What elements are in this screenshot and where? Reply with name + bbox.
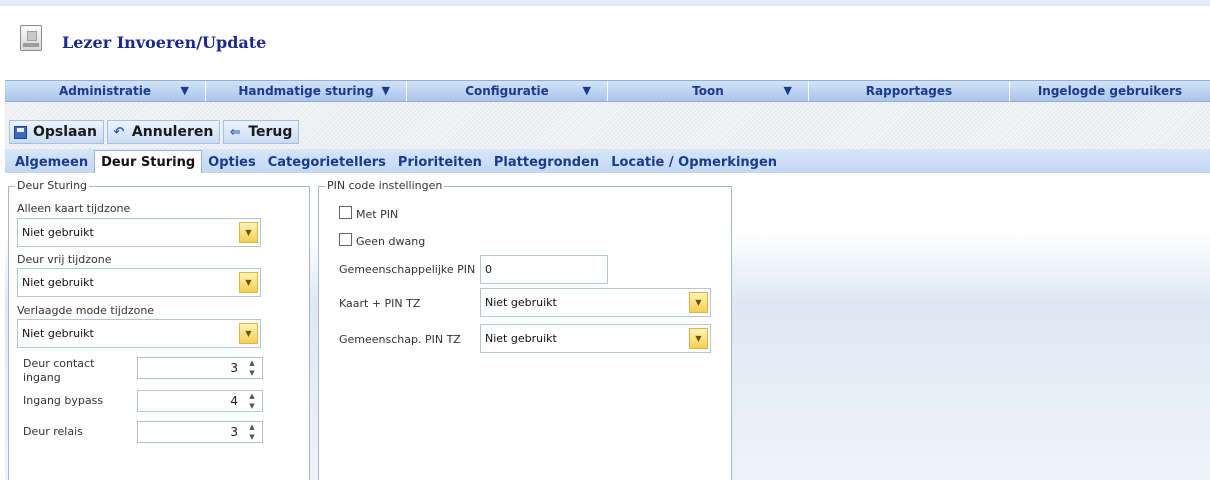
card-only-tz-label: Alleen kaart tijdzone bbox=[17, 202, 131, 215]
spinner-arrows-icon[interactable]: ▲ ▼ bbox=[246, 392, 258, 410]
menu-label: Administratie bbox=[58, 84, 152, 98]
tab-plattegronden[interactable]: Plattegronden bbox=[488, 151, 605, 173]
reduced-mode-tz-select[interactable]: Niet gebruikt ▼ bbox=[17, 319, 261, 348]
common-pin-input[interactable]: 0 bbox=[480, 255, 608, 284]
menu-administratie[interactable]: Administratie ▼ bbox=[5, 81, 206, 101]
spinner-arrows-icon[interactable]: ▲ ▼ bbox=[246, 423, 258, 441]
bypass-input-value: 4 bbox=[230, 394, 238, 408]
main-menu: Administratie ▼ Handmatige sturing ▼ Con… bbox=[5, 80, 1210, 102]
no-duress-label: Geen dwang bbox=[356, 235, 426, 248]
door-free-tz-label: Deur vrij tijdzone bbox=[17, 253, 112, 266]
with-pin-checkbox[interactable] bbox=[339, 206, 352, 219]
card-only-tz-select[interactable]: Niet gebruikt ▼ bbox=[17, 218, 261, 247]
pin-settings-group: PIN code instellingen Met PIN Geen dwang… bbox=[318, 179, 732, 480]
undo-icon: ↶ bbox=[113, 124, 125, 140]
save-label: Opslaan bbox=[33, 124, 97, 140]
menu-label: Configuratie bbox=[465, 84, 549, 98]
door-contact-value: 3 bbox=[230, 361, 238, 375]
card-pin-tz-label: Kaart + PIN TZ bbox=[339, 297, 421, 310]
tab-bar: Algemeen Deur Sturing Opties Categoriete… bbox=[5, 149, 1210, 174]
no-duress-checkbox[interactable] bbox=[339, 233, 352, 246]
menu-configuratie[interactable]: Configuratie ▼ bbox=[407, 81, 608, 101]
door-control-group: Deur Sturing Alleen kaart tijdzone Niet … bbox=[8, 179, 310, 480]
tab-content: Deur Sturing Alleen kaart tijdzone Niet … bbox=[5, 173, 1210, 480]
door-contact-label-line1: Deur contact bbox=[23, 357, 95, 370]
common-pin-value: 0 bbox=[485, 263, 492, 276]
menu-rapportages[interactable]: Rapportages bbox=[809, 81, 1010, 101]
relay-stepper[interactable]: 3 ▲ ▼ bbox=[137, 421, 263, 443]
back-arrow-icon: ⇐ bbox=[229, 124, 241, 140]
common-pin-tz-label: Gemeenschap. PIN TZ bbox=[339, 333, 461, 346]
menu-label: Rapportages bbox=[865, 84, 953, 98]
title-bar: Lezer Invoeren/Update bbox=[5, 7, 1210, 71]
door-contact-stepper[interactable]: 3 ▲ ▼ bbox=[137, 357, 263, 379]
relay-value: 3 bbox=[230, 425, 238, 439]
door-contact-label-line2: ingang bbox=[23, 371, 61, 384]
back-button[interactable]: ⇐ Terug bbox=[223, 120, 300, 144]
bypass-input-label: Ingang bypass bbox=[23, 394, 104, 407]
pin-settings-legend: PIN code instellingen bbox=[325, 179, 445, 192]
door-free-tz-value: Niet gebruikt bbox=[22, 276, 94, 289]
common-pin-tz-value: Niet gebruikt bbox=[485, 332, 557, 345]
cancel-button[interactable]: ↶ Annuleren bbox=[106, 120, 221, 144]
tab-opties[interactable]: Opties bbox=[202, 151, 262, 173]
spinner-arrows-icon[interactable]: ▲ ▼ bbox=[246, 359, 258, 377]
reduced-mode-tz-label: Verlaagde mode tijdzone bbox=[17, 304, 155, 317]
dropdown-arrow-icon: ▼ bbox=[180, 84, 189, 97]
bypass-input-stepper[interactable]: 4 ▲ ▼ bbox=[137, 390, 263, 412]
reduced-mode-tz-value: Niet gebruikt bbox=[22, 327, 94, 340]
with-pin-label: Met PIN bbox=[356, 208, 399, 221]
dropdown-arrow-icon: ▼ bbox=[582, 84, 591, 97]
door-control-legend: Deur Sturing bbox=[15, 179, 90, 192]
dropdown-arrow-icon[interactable]: ▼ bbox=[239, 272, 258, 293]
menu-toon[interactable]: Toon ▼ bbox=[608, 81, 809, 101]
relay-label: Deur relais bbox=[23, 425, 83, 438]
card-pin-tz-select[interactable]: Niet gebruikt ▼ bbox=[480, 288, 711, 317]
dropdown-arrow-icon[interactable]: ▼ bbox=[239, 323, 258, 344]
tab-algemeen[interactable]: Algemeen bbox=[9, 151, 94, 173]
page-icon bbox=[20, 25, 42, 51]
menu-label: Ingelogde gebruikers bbox=[1037, 84, 1183, 98]
menu-label: Toon bbox=[692, 84, 724, 98]
dropdown-arrow-icon[interactable]: ▼ bbox=[689, 292, 708, 313]
dropdown-arrow-icon: ▼ bbox=[381, 84, 390, 97]
card-only-tz-value: Niet gebruikt bbox=[22, 226, 94, 239]
door-contact-label: Deur contact ingang bbox=[23, 357, 94, 385]
toolbar: Opslaan ↶ Annuleren ⇐ Terug bbox=[9, 120, 300, 144]
cancel-label: Annuleren bbox=[131, 124, 214, 140]
door-free-tz-select[interactable]: Niet gebruikt ▼ bbox=[17, 268, 261, 297]
card-pin-tz-value: Niet gebruikt bbox=[485, 296, 557, 309]
common-pin-label: Gemeenschappelijke PIN bbox=[339, 263, 476, 276]
save-button[interactable]: Opslaan bbox=[9, 120, 104, 144]
dropdown-arrow-icon: ▼ bbox=[783, 84, 792, 97]
page-title: Lezer Invoeren/Update bbox=[62, 33, 267, 52]
tab-categorietellers[interactable]: Categorietellers bbox=[262, 151, 392, 173]
save-icon bbox=[14, 125, 27, 139]
dropdown-arrow-icon[interactable]: ▼ bbox=[239, 222, 258, 243]
menu-ingelogde-gebruikers[interactable]: Ingelogde gebruikers bbox=[1010, 81, 1210, 101]
dropdown-arrow-icon[interactable]: ▼ bbox=[689, 328, 708, 349]
tab-deur-sturing[interactable]: Deur Sturing bbox=[94, 150, 203, 174]
tab-prioriteiten[interactable]: Prioriteiten bbox=[392, 151, 488, 173]
tab-locatie-opmerkingen[interactable]: Locatie / Opmerkingen bbox=[605, 151, 783, 173]
back-label: Terug bbox=[248, 124, 293, 140]
menu-label: Handmatige sturing bbox=[238, 84, 374, 98]
common-pin-tz-select[interactable]: Niet gebruikt ▼ bbox=[480, 324, 711, 353]
menu-handmatige-sturing[interactable]: Handmatige sturing ▼ bbox=[206, 81, 407, 101]
